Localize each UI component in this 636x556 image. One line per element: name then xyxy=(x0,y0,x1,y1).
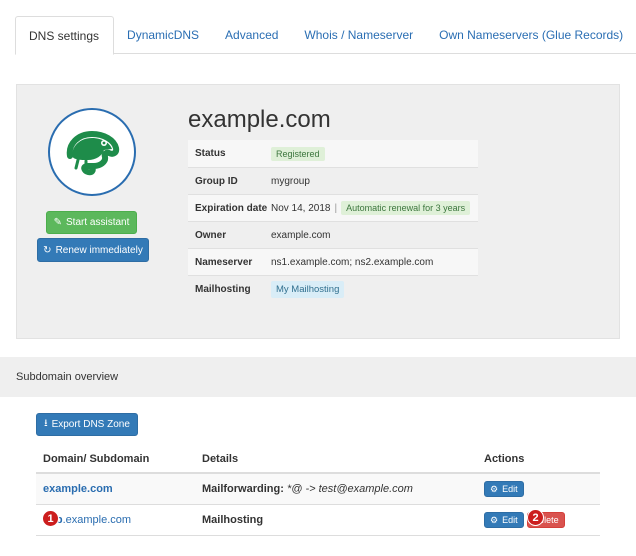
domain-info-table: Status Registered Group ID mygroup Expir… xyxy=(188,140,478,302)
info-key: Owner xyxy=(195,229,227,241)
renew-label: Renew immediately xyxy=(55,244,143,256)
download-icon: ⭳ xyxy=(44,418,48,429)
tab-dynamicdns[interactable]: DynamicDNS xyxy=(114,16,212,54)
info-row-group: Group ID mygroup xyxy=(188,167,478,194)
edit-button[interactable]: ⚙ Edit xyxy=(484,512,524,528)
start-assistant-button[interactable]: ✎ Start assistant xyxy=(46,211,137,234)
tab-own-nameservers[interactable]: Own Nameservers (Glue Records) xyxy=(426,16,636,54)
info-key: Expiration date xyxy=(195,202,268,214)
renewal-badge: Automatic renewal for 3 years xyxy=(341,201,471,215)
info-row-expiration: Expiration date Nov 14, 2018 | Automatic… xyxy=(188,194,478,221)
info-value: My Mailhosting xyxy=(271,280,345,298)
status-badge: Registered xyxy=(271,146,325,161)
tab-advanced[interactable]: Advanced xyxy=(212,16,291,54)
table-header: Domain/ Subdomain Details Actions xyxy=(36,446,600,474)
column-header-actions: Actions xyxy=(484,453,525,465)
separator: | xyxy=(334,202,338,214)
row-details: Mailforwarding: *@ -> test@example.com xyxy=(202,483,484,495)
tab-dns-settings[interactable]: DNS settings xyxy=(15,16,115,55)
start-assistant-label: Start assistant xyxy=(66,217,130,228)
edit-label: Edit xyxy=(502,515,518,525)
domain-link[interactable]: example.com xyxy=(43,483,113,495)
renew-immediately-button[interactable]: ↻ Renew immediately xyxy=(37,238,149,262)
table-row: sub.example.com Mailhosting ⚙ Edit Delet… xyxy=(36,505,600,536)
export-dns-zone-button[interactable]: ⭳ Export DNS Zone xyxy=(36,413,138,436)
refresh-icon: ↻ xyxy=(43,244,52,256)
table-row: example.com Mailforwarding: *@ -> test@e… xyxy=(36,474,600,505)
info-row-owner: Owner example.com xyxy=(188,221,478,248)
info-value: Registered xyxy=(271,146,325,161)
row-details: Mailhosting xyxy=(202,514,484,526)
info-row-nameserver: Nameserver ns1.example.com; ns2.example.… xyxy=(188,248,478,275)
info-row-mailhosting: Mailhosting My Mailhosting xyxy=(188,275,478,302)
info-value: mygroup xyxy=(271,175,310,187)
tab-whois-nameserver[interactable]: Whois / Nameserver xyxy=(291,16,426,54)
column-header-details: Details xyxy=(202,453,239,465)
info-key: Group ID xyxy=(195,175,238,187)
info-key: Nameserver xyxy=(195,256,253,268)
info-value: Nov 14, 2018 | Automatic renewal for 3 y… xyxy=(271,201,471,215)
edit-button[interactable]: ⚙ Edit xyxy=(484,481,524,497)
column-header-domain: Domain/ Subdomain xyxy=(43,453,150,465)
subdomain-overview-title: Subdomain overview xyxy=(16,371,119,383)
domain-title: example.com xyxy=(188,106,331,133)
export-label: Export DNS Zone xyxy=(51,419,130,430)
gear-icon: ⚙ xyxy=(490,483,499,494)
detail-key: Mailforwarding: xyxy=(202,483,284,495)
magic-wand-icon: ✎ xyxy=(53,217,63,228)
detail-key: Mailhosting xyxy=(202,514,264,526)
info-value: ns1.example.com; ns2.example.com xyxy=(271,256,434,268)
info-key: Status xyxy=(195,148,226,159)
gear-icon: ⚙ xyxy=(490,514,499,525)
mailhosting-link[interactable]: My Mailhosting xyxy=(271,280,345,298)
expiration-date: Nov 14, 2018 xyxy=(271,202,331,214)
settings-tabs: DNS settings DynamicDNS Advanced Whois /… xyxy=(15,16,636,55)
edit-label: Edit xyxy=(502,484,518,494)
chameleon-logo-icon xyxy=(48,108,136,196)
info-value: example.com xyxy=(271,229,331,241)
annotation-marker-1: 1 xyxy=(42,510,59,527)
info-row-status: Status Registered xyxy=(188,140,478,167)
detail-value: *@ -> test@example.com xyxy=(286,483,413,495)
subdomain-table: Domain/ Subdomain Details Actions exampl… xyxy=(36,446,600,536)
subdomain-rest: .example.com xyxy=(62,514,132,526)
info-key: Mailhosting xyxy=(195,283,251,295)
annotation-marker-2: 2 xyxy=(527,509,544,526)
subdomain-overview-header: Subdomain overview xyxy=(0,357,636,397)
